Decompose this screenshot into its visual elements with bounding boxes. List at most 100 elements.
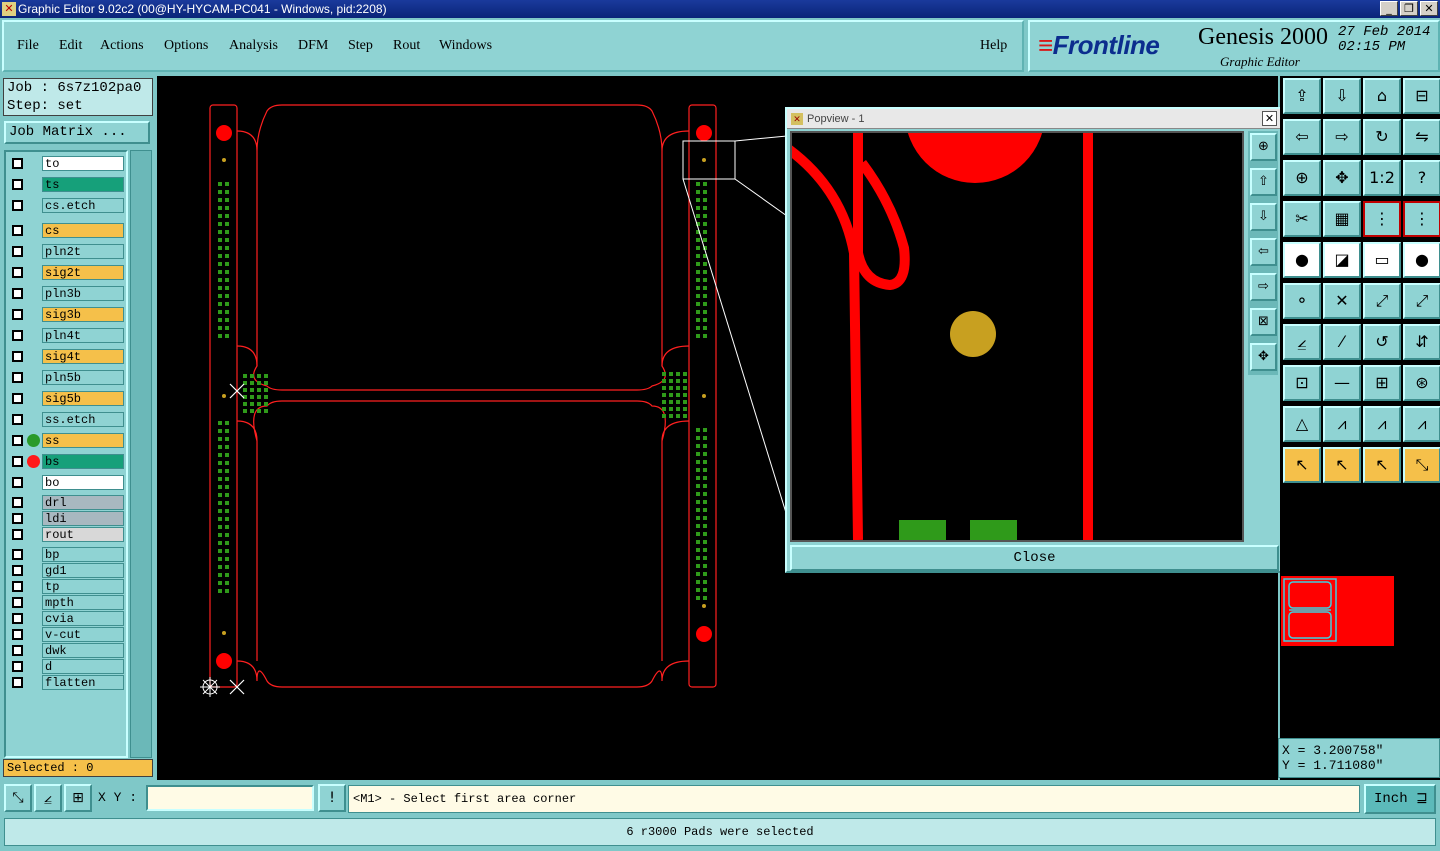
layer-row[interactable]: sig5b <box>8 391 126 406</box>
frame-icon[interactable]: ⊞ <box>1363 365 1401 401</box>
menu-actions[interactable]: Actions <box>100 38 144 54</box>
ruler-icon[interactable]: ▭ <box>1363 242 1401 278</box>
job-matrix-button[interactable]: Job Matrix ... <box>4 121 150 144</box>
menu-windows[interactable]: Windows <box>439 38 492 54</box>
home-icon[interactable]: ⌂ <box>1363 78 1401 114</box>
layer-name[interactable]: ss.etch <box>42 412 124 427</box>
scale-icon[interactable]: 1:2 <box>1363 160 1401 196</box>
layer-checkbox[interactable] <box>12 513 23 524</box>
alert-icon[interactable]: ! <box>318 784 346 812</box>
layer-row[interactable]: pln4t <box>8 328 126 343</box>
menu-step[interactable]: Step <box>348 38 373 54</box>
layer-checkbox[interactable] <box>12 414 23 425</box>
layer-checkbox[interactable] <box>12 267 23 278</box>
minimize-button[interactable]: _ <box>1380 1 1398 16</box>
layer-checkbox[interactable] <box>12 497 23 508</box>
popview-pan-up-icon[interactable]: ⇧ <box>1250 168 1277 196</box>
layer-row[interactable]: ldi <box>8 511 126 526</box>
popview-close-button[interactable]: Close <box>790 545 1279 571</box>
layer-name[interactable]: ss <box>42 433 124 448</box>
layer-name[interactable]: d <box>42 659 124 674</box>
select-box-icon[interactable]: ⊡ <box>1283 365 1321 401</box>
move-down-icon[interactable]: ⇩ <box>1323 78 1361 114</box>
layer-checkbox[interactable] <box>12 225 23 236</box>
vector-alt-icon[interactable]: ⤢ <box>1403 283 1440 319</box>
route-icon[interactable]: ⤡ <box>1403 447 1440 483</box>
layer-name[interactable]: pln4t <box>42 328 124 343</box>
layer-checkbox[interactable] <box>12 529 23 540</box>
close-window-button[interactable]: ✕ <box>1420 1 1438 16</box>
layer-row[interactable]: v-cut <box>8 627 126 642</box>
unit-selector[interactable]: Inch ⊒ <box>1364 784 1436 814</box>
popview-pan-right-icon[interactable]: ⇨ <box>1250 273 1277 301</box>
layer-name[interactable]: to <box>42 156 124 171</box>
triangle-d-icon[interactable]: ⩘ <box>1403 406 1440 442</box>
layer-row[interactable]: cvia <box>8 611 126 626</box>
layout-icon[interactable]: ⊟ <box>1403 78 1440 114</box>
layer-name[interactable]: bo <box>42 475 124 490</box>
layer-scrollbar[interactable] <box>130 150 152 758</box>
layer-row[interactable]: bo <box>8 475 126 490</box>
pointer-icon[interactable]: ↖ <box>1283 447 1321 483</box>
layer-name[interactable]: drl <box>42 495 124 510</box>
layer-checkbox[interactable] <box>12 677 23 688</box>
layer-row[interactable]: tp <box>8 579 126 594</box>
move-left-icon[interactable]: ⇦ <box>1283 119 1321 155</box>
layer-row[interactable]: ts <box>8 177 126 192</box>
measure-mode-icon[interactable]: ⦤ <box>34 784 62 812</box>
move-right-icon[interactable]: ⇨ <box>1323 119 1361 155</box>
query-icon[interactable]: ? <box>1403 160 1440 196</box>
layer-checkbox[interactable] <box>12 309 23 320</box>
layer-row[interactable]: pln2t <box>8 244 126 259</box>
line-add-icon[interactable]: ◪ <box>1323 242 1361 278</box>
layer-row[interactable]: sig3b <box>8 307 126 322</box>
pointer-box-icon[interactable]: ↖ <box>1323 447 1361 483</box>
connect-icon[interactable]: ⚬ <box>1283 283 1321 319</box>
menu-options[interactable]: Options <box>164 38 208 54</box>
layer-name[interactable]: sig2t <box>42 265 124 280</box>
popview-zoom-view[interactable] <box>784 43 1244 542</box>
snap-mode-icon[interactable]: ⤡ <box>4 784 32 812</box>
layer-row[interactable]: sig4t <box>8 349 126 364</box>
layer-row[interactable]: to <box>8 156 126 171</box>
layer-row[interactable]: sig2t <box>8 265 126 280</box>
layer-name[interactable]: ldi <box>42 511 124 526</box>
popview-fit-icon[interactable]: ⊠ <box>1250 308 1277 336</box>
pan-icon[interactable]: ✥ <box>1323 160 1361 196</box>
layer-checkbox[interactable] <box>12 565 23 576</box>
layer-name[interactable]: sig3b <box>42 307 124 322</box>
maximize-button[interactable]: ❐ <box>1400 1 1418 16</box>
layer-checkbox[interactable] <box>12 597 23 608</box>
popview-pan-down-icon[interactable]: ⇩ <box>1250 203 1277 231</box>
popview-pan-left-icon[interactable]: ⇦ <box>1250 238 1277 266</box>
shape-icon[interactable]: ⊛ <box>1403 365 1440 401</box>
layer-row[interactable]: cs <box>8 223 126 238</box>
layer-name[interactable]: cvia <box>42 611 124 626</box>
popview-center-icon[interactable]: ✥ <box>1250 343 1277 371</box>
layer-row[interactable]: cs.etch <box>8 198 126 213</box>
layer-name[interactable]: cs.etch <box>42 198 124 213</box>
menu-edit[interactable]: Edit <box>59 38 82 54</box>
layer-row[interactable]: drl <box>8 495 126 510</box>
layer-checkbox[interactable] <box>12 200 23 211</box>
angle-icon[interactable]: ⦤ <box>1283 324 1321 360</box>
layer-checkbox[interactable] <box>12 246 23 257</box>
circle-select-icon[interactable]: ● <box>1403 242 1440 278</box>
layer-checkbox[interactable] <box>12 645 23 656</box>
layer-row[interactable]: flatten <box>8 675 126 690</box>
cut-icon[interactable]: ✂ <box>1283 201 1321 237</box>
overview-minimap[interactable] <box>1281 576 1394 646</box>
menu-file[interactable]: File <box>17 38 39 54</box>
layer-checkbox[interactable] <box>12 158 23 169</box>
menu-analysis[interactable]: Analysis <box>229 38 278 54</box>
layer-checkbox[interactable] <box>12 435 23 446</box>
layer-checkbox[interactable] <box>12 179 23 190</box>
zoom-fit-icon[interactable]: ⊕ <box>1283 160 1321 196</box>
layer-checkbox[interactable] <box>12 372 23 383</box>
layer-name[interactable]: cs <box>42 223 124 238</box>
layer-checkbox[interactable] <box>12 477 23 488</box>
move-up-icon[interactable]: ⇪ <box>1283 78 1321 114</box>
layer-checkbox[interactable] <box>12 549 23 560</box>
layer-name[interactable]: sig4t <box>42 349 124 364</box>
layer-checkbox[interactable] <box>12 351 23 362</box>
